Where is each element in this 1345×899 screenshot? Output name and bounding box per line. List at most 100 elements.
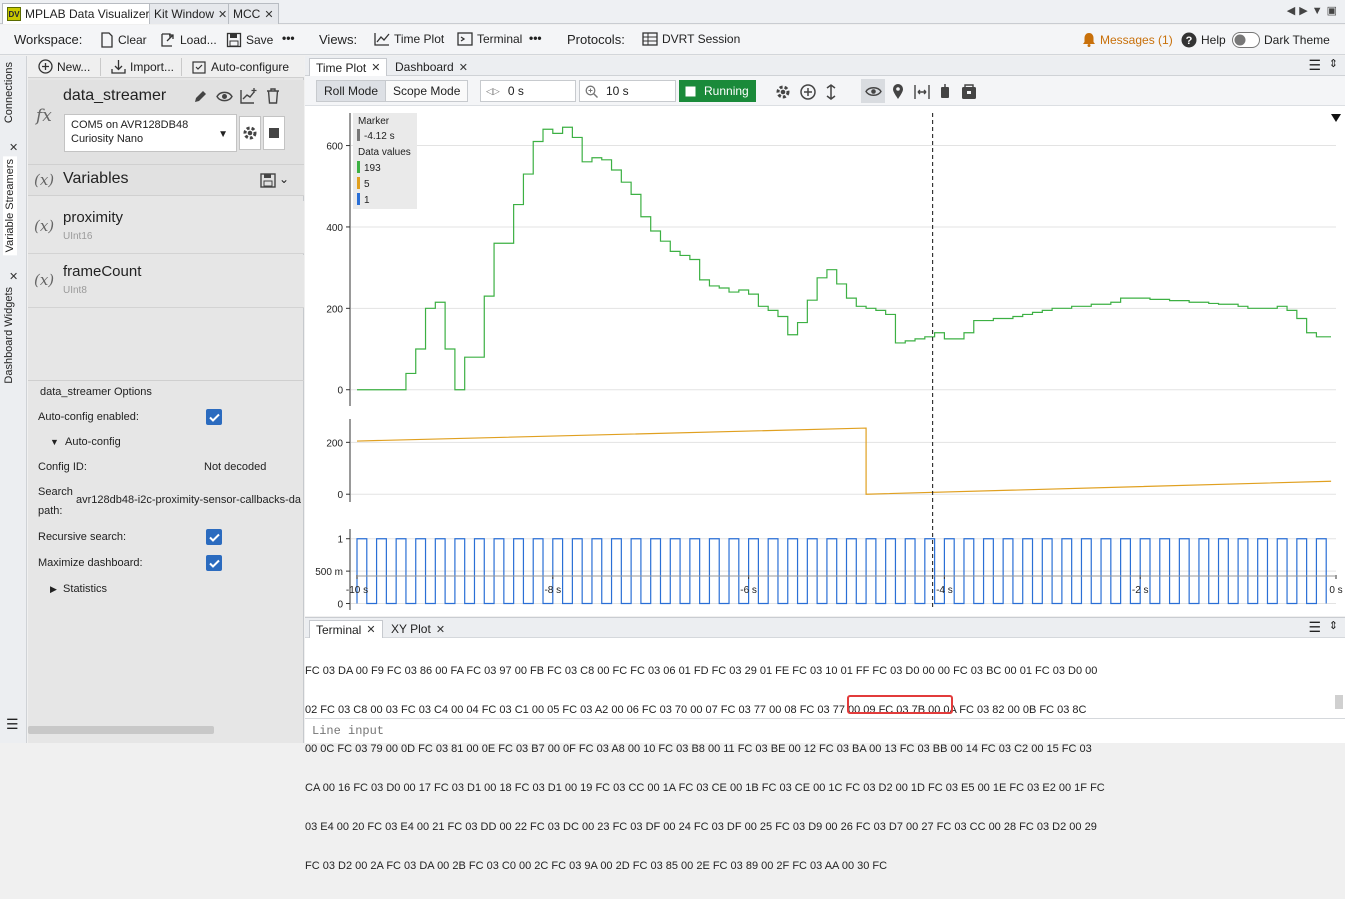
- edit-icon[interactable]: [193, 89, 208, 104]
- settings-button[interactable]: [239, 116, 261, 150]
- window-tab-kit-window[interactable]: Kit Window ✕: [149, 3, 233, 24]
- snapshot-icon[interactable]: [961, 84, 977, 100]
- arrows-horizontal-icon: ◁▷: [486, 85, 500, 96]
- add-chart-icon[interactable]: [240, 88, 258, 104]
- stop-button[interactable]: [263, 116, 285, 150]
- load-label: Load...: [180, 33, 217, 47]
- trash-icon[interactable]: [266, 88, 280, 104]
- time-plot-chart[interactable]: 0 200 400 600 0 200 0 500 m 1 -10 s -8 s -6 s -4 s -2…: [305, 107, 1345, 616]
- vertical-scrollbar[interactable]: [1335, 695, 1343, 709]
- cursor-icon[interactable]: [939, 84, 951, 100]
- scroll-left-icon[interactable]: ◀: [1287, 5, 1299, 17]
- collapse-icon[interactable]: ⇕: [1329, 57, 1338, 70]
- terminal-output[interactable]: FC 03 DA 00 F9 FC 03 86 00 FA FC 03 97 0…: [305, 639, 1331, 899]
- chevron-down-icon[interactable]: ⌄: [279, 172, 289, 186]
- views-more-button[interactable]: •••: [529, 31, 542, 45]
- messages-button[interactable]: Messages (1): [1082, 32, 1173, 47]
- marker-span-icon[interactable]: [914, 84, 930, 100]
- views-label: Views:: [319, 32, 358, 47]
- maximize-dashboard-checkbox[interactable]: [206, 555, 222, 571]
- variables-header[interactable]: (x) Variables ⌄: [28, 164, 304, 196]
- gear-icon[interactable]: [775, 84, 791, 100]
- variable-item-proximity[interactable]: (x) proximity UInt16: [28, 201, 304, 254]
- stop-icon: [685, 86, 696, 96]
- auto-configure-button[interactable]: Auto-configure: [192, 59, 289, 74]
- window-tab-data-visualizer[interactable]: DV MPLAB Data Visualizer ✕: [2, 3, 168, 24]
- help-button[interactable]: ? Help: [1181, 32, 1226, 48]
- import-label: Import...: [130, 59, 175, 74]
- checkmark-icon: [208, 413, 220, 422]
- series-line: [357, 126, 1331, 391]
- auto-config-enabled-checkbox[interactable]: [206, 409, 222, 425]
- scope-mode-button[interactable]: Scope Mode: [385, 80, 469, 102]
- tab-list-icon[interactable]: ▼: [1312, 5, 1327, 17]
- highlight-box: [847, 695, 953, 714]
- close-icon[interactable]: ✕: [218, 8, 227, 21]
- port-select[interactable]: COM5 on AVR128DB48 Curiosity Nano ▼: [64, 114, 237, 152]
- terminal-line: FC 03 DA 00 F9 FC 03 86 00 FA FC 03 97 0…: [305, 665, 1098, 677]
- close-icon[interactable]: ✕: [436, 623, 445, 636]
- window-tab-controls[interactable]: ◀▶▼▣: [1287, 4, 1341, 17]
- y-tick-label: 500 m: [315, 567, 343, 578]
- legend-value: 5: [364, 179, 370, 190]
- window-tab-label: MCC: [233, 7, 261, 21]
- menu-icon[interactable]: ☰: [1308, 57, 1321, 74]
- new-streamer-button[interactable]: New...: [38, 59, 90, 74]
- maximize-icon[interactable]: ▣: [1327, 5, 1341, 17]
- tab-time-plot[interactable]: Time Plot ✕: [309, 58, 388, 76]
- import-button[interactable]: Import...: [111, 59, 174, 74]
- recursive-search-checkbox[interactable]: [206, 529, 222, 545]
- workspace-more-button[interactable]: •••: [282, 31, 295, 45]
- x-tick-label: -2 s: [1132, 585, 1149, 596]
- close-icon[interactable]: ✕: [264, 8, 273, 21]
- dark-theme-toggle[interactable]: Dark Theme: [1232, 32, 1330, 48]
- time-offset-field[interactable]: ◁▷ 0 s: [480, 80, 576, 102]
- tab-xy-plot[interactable]: XY Plot ✕: [385, 620, 451, 638]
- close-icon[interactable]: ✕: [9, 141, 18, 154]
- window-tab-mcc[interactable]: MCC ✕: [228, 3, 279, 24]
- roll-mode-button[interactable]: Roll Mode: [316, 80, 387, 102]
- rail-tab-dashboard-widgets[interactable]: Dashboard Widgets: [3, 287, 15, 384]
- tab-dashboard[interactable]: Dashboard ✕: [389, 58, 474, 76]
- menu-icon[interactable]: ☰: [6, 716, 19, 733]
- add-circle-icon[interactable]: [800, 84, 816, 100]
- variables-title: Variables: [63, 170, 129, 187]
- y-tick-label: 1: [337, 535, 343, 546]
- save-icon[interactable]: [260, 173, 276, 188]
- variable-streamers-panel: New... Import... Auto-configure fx data_…: [28, 56, 304, 743]
- streamer-card[interactable]: fx data_streamer COM5 on AVR128DB48 Curi…: [28, 80, 304, 164]
- menu-icon[interactable]: ☰: [1308, 619, 1321, 636]
- time-span-field[interactable]: 10 s: [579, 80, 676, 102]
- close-icon[interactable]: ✕: [459, 61, 468, 74]
- clear-button[interactable]: Clear: [100, 32, 147, 48]
- time-span-value: 10 s: [606, 84, 629, 98]
- scroll-right-icon[interactable]: ▶: [1299, 5, 1311, 17]
- running-button[interactable]: Running: [679, 80, 756, 102]
- close-icon[interactable]: ✕: [371, 61, 380, 74]
- search-path-value[interactable]: avr128db48-i2c-proximity-sensor-callback…: [76, 494, 303, 506]
- window-tab-label: MPLAB Data Visualizer: [25, 7, 150, 21]
- load-button[interactable]: Load...: [160, 32, 217, 48]
- running-label: Running: [704, 84, 749, 98]
- rail-tab-variable-streamers[interactable]: Variable Streamers: [3, 156, 17, 256]
- dvrt-session-button[interactable]: DVRT Session: [642, 32, 740, 46]
- rail-tab-connections[interactable]: Connections: [3, 62, 15, 123]
- time-plot-view-button[interactable]: Time Plot: [374, 32, 444, 46]
- close-icon[interactable]: ✕: [9, 270, 18, 283]
- close-icon[interactable]: ✕: [366, 623, 375, 636]
- collapse-icon[interactable]: ⇕: [1329, 619, 1338, 632]
- eye-icon[interactable]: [216, 90, 233, 103]
- x-tick-label: -4 s: [936, 585, 953, 596]
- line-input[interactable]: [305, 719, 1345, 742]
- tab-terminal[interactable]: Terminal ✕: [309, 620, 383, 638]
- auto-config-expander[interactable]: ▼ Auto-config: [50, 436, 121, 448]
- variable-item-framecount[interactable]: (x) frameCount UInt8: [28, 255, 304, 308]
- vertical-arrows-icon[interactable]: [825, 84, 837, 100]
- statistics-expander[interactable]: ▶ Statistics: [50, 583, 107, 595]
- save-icon: [226, 32, 242, 48]
- terminal-view-button[interactable]: Terminal: [457, 32, 522, 46]
- location-pin-icon[interactable]: [892, 84, 904, 100]
- horizontal-scrollbar[interactable]: [28, 726, 214, 734]
- eye-icon[interactable]: [865, 86, 882, 97]
- save-button[interactable]: Save: [226, 32, 273, 48]
